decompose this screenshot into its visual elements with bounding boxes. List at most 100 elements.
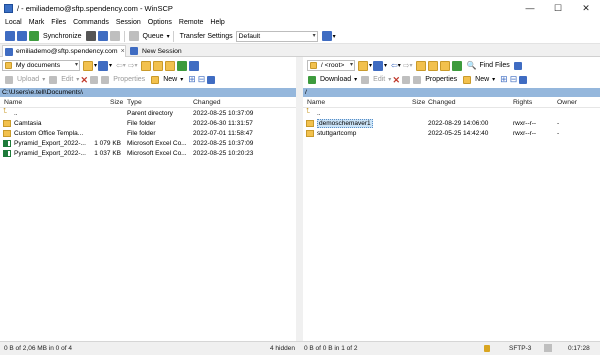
open-folder-icon[interactable]	[83, 60, 93, 71]
file-row[interactable]: Pyramid_Export_2022-... 1 037 KB Microsoft…	[0, 149, 296, 158]
unselect-all-icon[interactable]: ⊟	[198, 74, 206, 85]
rename-icon[interactable]	[90, 75, 99, 84]
new-button[interactable]: New	[475, 76, 489, 83]
transfer-settings-select[interactable]: Default ▾	[235, 30, 318, 42]
refresh-icon[interactable]	[177, 60, 188, 71]
delete-icon[interactable]: ✕	[391, 75, 401, 85]
col-name[interactable]: Name	[307, 99, 325, 106]
select-all-icon[interactable]: ⊞	[500, 74, 508, 85]
col-changed[interactable]: Changed	[428, 99, 456, 106]
file-row[interactable]: ⮤.. Parent directory 2022-08-25 10:37:09	[0, 108, 296, 118]
tab-new-session[interactable]: New Session	[129, 45, 182, 57]
menu-help[interactable]: Help	[210, 17, 224, 29]
upload-dropdown-icon[interactable]: ▾	[42, 76, 45, 83]
menu-remote[interactable]: Remote	[179, 17, 204, 29]
file-row[interactable]: demoschemaver1 2022-08-29 14:06:00 rwxr--r…	[303, 119, 600, 128]
filter-dropdown-icon[interactable]: ▾	[109, 62, 112, 69]
back-dropdown-icon[interactable]: ▾	[398, 62, 401, 69]
root-directory-icon[interactable]	[428, 60, 439, 71]
sessions-icon[interactable]	[97, 31, 108, 41]
edit-button[interactable]: Edit	[61, 76, 73, 83]
filter-selection-icon[interactable]	[519, 75, 528, 84]
home-directory-icon[interactable]	[440, 60, 451, 71]
back-icon[interactable]: ⇦	[391, 61, 398, 70]
properties-button[interactable]: Properties	[113, 76, 145, 83]
root-directory-icon[interactable]	[153, 60, 164, 71]
open-dropdown-icon[interactable]: ▾	[94, 62, 97, 69]
parent-directory-icon[interactable]	[416, 60, 427, 71]
minimize-button[interactable]: —	[516, 0, 544, 17]
download-button[interactable]: Download	[320, 76, 351, 83]
col-rights[interactable]: Rights	[513, 99, 532, 106]
file-row[interactable]: Custom Office Templa... File folder 2022-0…	[0, 129, 296, 138]
filter-selection-icon[interactable]	[207, 75, 216, 84]
menu-options[interactable]: Options	[148, 17, 172, 29]
forward-icon[interactable]: ⇨	[403, 61, 410, 70]
local-path[interactable]: C:\Users\e.tell\Documents\	[0, 88, 296, 97]
home-directory-icon[interactable]	[165, 60, 176, 71]
new-dropdown-icon[interactable]: ▾	[180, 76, 183, 83]
menu-files[interactable]: Files	[51, 17, 66, 29]
queue-icon[interactable]	[128, 31, 139, 41]
window-title: / - emiliademo@sftp.spendency.com - WinS…	[17, 4, 173, 13]
select-all-icon[interactable]: ⊞	[188, 74, 196, 85]
new-dropdown-icon[interactable]: ▾	[492, 76, 495, 83]
forward-dropdown-icon[interactable]: ▾	[134, 62, 137, 69]
pane-splitter[interactable]	[296, 57, 303, 341]
file-row[interactable]: Pyramid_Export_2022-... 1 079 KB Microsoft…	[0, 139, 296, 148]
filter-icon[interactable]	[98, 60, 109, 71]
main-toolbar: Synchronize Queue ▾ Transfer Settings De…	[0, 29, 600, 44]
open-folder-icon[interactable]	[358, 60, 368, 71]
forward-dropdown-icon[interactable]: ▾	[409, 62, 412, 69]
preferences-icon[interactable]	[109, 31, 120, 41]
col-type[interactable]: Type	[127, 99, 142, 106]
bookmark-icon[interactable]	[189, 60, 200, 71]
download-dropdown-icon[interactable]: ▾	[354, 76, 357, 83]
tab-session[interactable]: emiliademo@sftp.spendency.com ×	[2, 45, 126, 57]
col-size[interactable]: Size	[412, 99, 425, 106]
menu-mark[interactable]: Mark	[29, 17, 45, 29]
parent-directory-icon[interactable]	[141, 60, 152, 71]
col-size[interactable]: Size	[110, 99, 123, 106]
file-row[interactable]: ⮤..	[303, 108, 600, 118]
new-button[interactable]: New	[163, 76, 177, 83]
col-owner[interactable]: Owner	[557, 99, 577, 106]
file-row[interactable]: stuttgartcomp 2022-05-25 14:42:40 rwxr--r-…	[303, 129, 600, 138]
transfer-presets-icon[interactable]	[321, 31, 332, 41]
menu-session[interactable]: Session	[116, 17, 141, 29]
unselect-all-icon[interactable]: ⊟	[510, 74, 518, 85]
local-location-select[interactable]: My documents ▾	[2, 60, 80, 71]
maximize-button[interactable]: ☐	[544, 0, 572, 17]
menu-commands[interactable]: Commands	[73, 17, 109, 29]
edit-button[interactable]: Edit	[373, 76, 385, 83]
remote-path[interactable]: /	[303, 88, 600, 97]
queue-dropdown-icon[interactable]: ▾	[167, 33, 170, 40]
back-dropdown-icon[interactable]: ▾	[123, 62, 126, 69]
local-view-icon[interactable]	[5, 31, 15, 41]
delete-icon[interactable]: ✕	[79, 75, 89, 85]
col-changed[interactable]: Changed	[193, 99, 221, 106]
close-button[interactable]: ✕	[572, 0, 600, 17]
menu-local[interactable]: Local	[5, 17, 22, 29]
remote-location-select[interactable]: / <root> ▾	[307, 60, 355, 71]
synchronize-icon[interactable]	[29, 31, 39, 41]
find-files-button[interactable]: Find Files	[479, 62, 509, 69]
terminal-icon[interactable]	[85, 31, 96, 41]
tab-close-icon[interactable]: ×	[121, 48, 125, 55]
refresh-icon[interactable]	[452, 60, 463, 71]
forward-icon[interactable]: ⇨	[128, 61, 135, 70]
filter-dropdown-icon[interactable]: ▾	[384, 62, 387, 69]
compare-directories-icon[interactable]	[17, 31, 27, 41]
queue-button[interactable]: Queue	[143, 33, 164, 40]
rename-icon[interactable]	[402, 75, 411, 84]
back-icon[interactable]: ⇦	[116, 61, 123, 70]
presets-dropdown-icon[interactable]: ▾	[333, 33, 336, 40]
open-dropdown-icon[interactable]: ▾	[369, 62, 372, 69]
col-name[interactable]: Name	[4, 99, 22, 106]
file-row[interactable]: Camtasia File folder 2022-06-30 11:31:57	[0, 119, 296, 128]
bookmark-icon[interactable]	[513, 61, 522, 70]
synchronize-button[interactable]: Synchronize	[43, 33, 82, 40]
properties-button[interactable]: Properties	[425, 76, 457, 83]
upload-button[interactable]: Upload	[17, 76, 39, 83]
filter-icon[interactable]	[373, 60, 384, 71]
